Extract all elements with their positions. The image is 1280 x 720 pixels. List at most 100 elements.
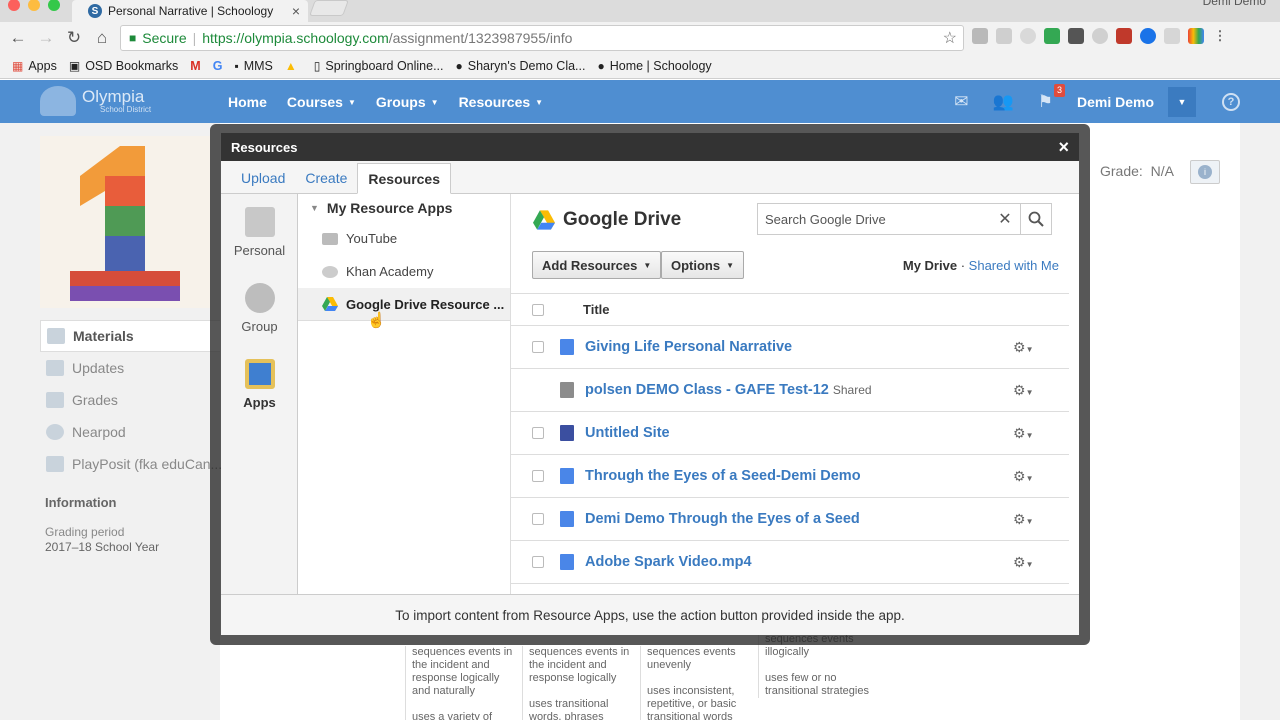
extension-icon[interactable] [1092, 28, 1108, 44]
bookmark-home-schoology[interactable]: ● Home | Schoology [597, 59, 711, 73]
extension-icon[interactable] [1068, 28, 1084, 44]
reload-icon[interactable]: ↻ [60, 24, 88, 52]
left-nav-grades[interactable]: Grades [40, 384, 220, 416]
table-row[interactable]: Adobe Spark Video.mp4 ⚙▼ [511, 541, 1069, 584]
user-menu-caret-icon[interactable]: ▼ [1168, 86, 1196, 117]
gear-menu-icon[interactable]: ⚙▼ [1013, 425, 1053, 442]
maximize-window-icon[interactable] [48, 0, 60, 11]
tab-create[interactable]: Create [295, 170, 357, 193]
app-youtube[interactable]: YouTube [298, 222, 510, 255]
table-row[interactable]: Through the Eyes of a Seed-Demi Demo ⚙▼ [511, 455, 1069, 498]
options-button[interactable]: Options ▼ [661, 251, 745, 279]
gear-menu-icon[interactable]: ⚙▼ [1013, 554, 1053, 571]
extension-icon[interactable] [1188, 28, 1204, 44]
drive-search-input[interactable]: Search Google Drive [758, 212, 990, 227]
source-personal[interactable]: Personal [221, 194, 298, 270]
menu-kebab-icon[interactable]: ⋮ [1212, 28, 1228, 44]
nav-home[interactable]: Home [228, 94, 267, 110]
close-window-icon[interactable] [8, 0, 20, 11]
bookmark-sharyn-demo[interactable]: ● Sharyn's Demo Cla... [456, 59, 586, 73]
extension-icon[interactable] [1044, 28, 1060, 44]
info-icon: i [1198, 165, 1212, 179]
row-checkbox[interactable] [532, 341, 544, 353]
extension-icon[interactable] [1140, 28, 1156, 44]
gear-menu-icon[interactable]: ⚙▼ [1013, 511, 1053, 528]
user-name[interactable]: Demi Demo [1077, 94, 1154, 110]
tab-upload[interactable]: Upload [231, 170, 295, 193]
row-checkbox[interactable] [532, 470, 544, 482]
google-doc-icon [560, 511, 574, 527]
new-tab-button[interactable] [309, 0, 349, 16]
my-drive-link[interactable]: My Drive [903, 258, 957, 273]
source-group[interactable]: Group [221, 270, 298, 346]
help-icon[interactable]: ? [1222, 92, 1240, 111]
shared-with-me-link[interactable]: Shared with Me [969, 258, 1059, 273]
bookmark-gmail[interactable]: M [190, 59, 200, 73]
grade-info-button[interactable]: i [1190, 160, 1220, 184]
extension-icon[interactable] [1116, 28, 1132, 44]
file-name[interactable]: Through the Eyes of a Seed-Demi Demo [585, 468, 1013, 484]
back-arrow-icon[interactable]: ← [4, 24, 32, 52]
notifications-icon[interactable]: ⚑ 3 [1038, 83, 1065, 112]
nav-courses[interactable]: Courses ▼ [287, 94, 356, 110]
clear-search-icon[interactable]: ✕ [990, 209, 1020, 229]
collapse-triangle-icon: ▼ [310, 203, 319, 213]
extension-icon[interactable] [1020, 28, 1036, 44]
add-resources-button[interactable]: Add Resources ▼ [532, 251, 662, 279]
row-checkbox[interactable] [532, 513, 544, 525]
table-row[interactable]: Giving Life Personal Narrative ⚙▼ [511, 326, 1069, 369]
messages-icon[interactable]: ✉ [954, 92, 968, 112]
logo-name: Olympia [82, 86, 145, 106]
schoology-icon: ● [455, 59, 463, 73]
app-khan-academy[interactable]: Khan Academy [298, 255, 510, 288]
district-logo[interactable]: Olympia School District [40, 86, 151, 116]
gear-menu-icon[interactable]: ⚙▼ [1013, 382, 1053, 399]
apps-heading[interactable]: ▼ My Resource Apps [298, 194, 510, 222]
connections-icon[interactable]: 👥 [993, 92, 1014, 112]
nav-groups[interactable]: Groups ▼ [376, 94, 439, 110]
browser-tab[interactable]: S Personal Narrative | Schoology × [72, 0, 308, 22]
home-icon[interactable]: ⌂ [88, 24, 116, 52]
nav-resources[interactable]: Resources ▼ [459, 94, 544, 110]
extension-icon[interactable] [996, 28, 1012, 44]
rubric-cell: sequences events in the incident and res… [522, 646, 639, 720]
bookmark-star-icon[interactable]: ☆ [943, 28, 957, 48]
source-apps[interactable]: Apps [221, 346, 298, 422]
left-nav-materials[interactable]: Materials [40, 320, 220, 352]
schoology-icon: ● [597, 59, 605, 73]
file-name[interactable]: polsen DEMO Class - GAFE Test-12 Shared [585, 382, 1013, 398]
grade-display: Grade: N/A [1100, 163, 1174, 179]
table-row[interactable]: Untitled Site ⚙▼ [511, 412, 1069, 455]
bookmark-drive[interactable]: ▲ [285, 59, 302, 73]
gear-menu-icon[interactable]: ⚙▼ [1013, 468, 1053, 485]
table-row[interactable]: Demi Demo Through the Eyes of a Seed ⚙▼ [511, 498, 1069, 541]
forward-arrow-icon[interactable]: → [32, 24, 60, 52]
minimize-window-icon[interactable] [28, 0, 40, 11]
profile-name[interactable]: Demi Demo [1203, 0, 1266, 8]
file-name[interactable]: Giving Life Personal Narrative [585, 339, 1013, 355]
bookmark-mms[interactable]: ▪ MMS [234, 59, 272, 73]
modal-close-icon[interactable]: × [1058, 137, 1069, 158]
tab-resources[interactable]: Resources [357, 163, 451, 194]
file-name[interactable]: Adobe Spark Video.mp4 [585, 554, 1013, 570]
left-nav-updates[interactable]: Updates [40, 352, 220, 384]
extension-icon[interactable] [1164, 28, 1180, 44]
bookmark-springboard[interactable]: ▯ Springboard Online... [314, 59, 444, 73]
bookmark-osd[interactable]: ▣ OSD Bookmarks [69, 59, 178, 73]
left-nav-playposit[interactable]: PlayPosit (fka eduCan... [40, 448, 222, 480]
file-name[interactable]: Untitled Site [585, 425, 1013, 441]
row-checkbox[interactable] [532, 427, 544, 439]
search-icon[interactable] [1020, 204, 1051, 234]
file-name[interactable]: Demi Demo Through the Eyes of a Seed [585, 511, 1013, 527]
app-google-drive[interactable]: Google Drive Resource ... [298, 288, 510, 321]
address-bar[interactable]: ■ Secure | https://olympia.schoology.com… [120, 25, 964, 51]
bookmark-google[interactable]: G [213, 59, 223, 73]
left-nav-nearpod[interactable]: Nearpod [40, 416, 220, 448]
row-checkbox[interactable] [532, 556, 544, 568]
select-all-checkbox[interactable] [532, 303, 544, 316]
bookmark-apps[interactable]: ▦ Apps [12, 59, 57, 73]
tab-close-icon[interactable]: × [292, 3, 300, 19]
extension-icon[interactable] [972, 28, 988, 44]
gear-menu-icon[interactable]: ⚙▼ [1013, 339, 1053, 356]
table-row[interactable]: polsen DEMO Class - GAFE Test-12 Shared ⚙… [511, 369, 1069, 412]
